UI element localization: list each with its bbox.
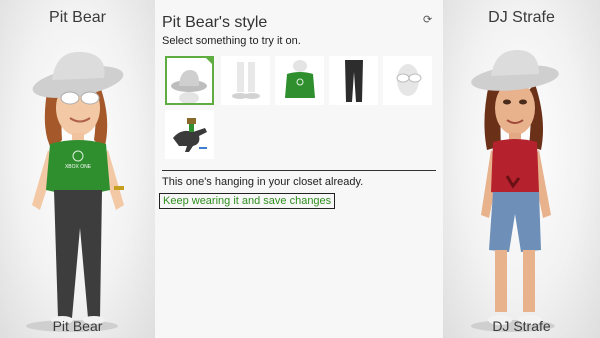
right-avatar-label: DJ Strafe [492, 318, 551, 334]
item-tile-glasses[interactable] [383, 56, 432, 105]
style-panel: Pit Bear's style ⟳ Select something to t… [155, 0, 443, 338]
item-tile-hat[interactable] [165, 56, 214, 105]
left-avatar-panel: Pit Bear XBOX ONE Pit Bear [0, 0, 155, 338]
refresh-icon[interactable]: ⟳ [423, 13, 432, 26]
pit-bear-avatar: XBOX ONE [26, 51, 124, 332]
item-tile-shoes[interactable] [221, 56, 270, 105]
shirt-logo-text: XBOX ONE [65, 164, 92, 170]
style-subtitle: Select something to try it on. [162, 35, 301, 47]
dj-strafe-avatar [471, 50, 559, 332]
right-avatar-panel: DJ Strafe DJ Strafe [443, 0, 600, 338]
prop-dinosaur-icon [173, 118, 207, 152]
glasses-icon [396, 64, 422, 96]
item-tile-pants[interactable] [329, 56, 378, 105]
shoes-icon [232, 62, 260, 99]
selected-check-icon [204, 56, 214, 66]
item-tile-prop[interactable] [165, 110, 214, 159]
closet-message: This one's hanging in your closet alread… [162, 176, 364, 188]
style-title: Pit Bear's style [162, 14, 268, 31]
shirt-icon [285, 60, 315, 98]
left-avatar-label: Pit Bear [52, 318, 103, 334]
save-changes-button[interactable]: Keep wearing it and save changes [159, 193, 336, 209]
divider [162, 170, 436, 171]
item-tile-shirt[interactable] [275, 56, 324, 105]
pants-icon [345, 60, 363, 102]
